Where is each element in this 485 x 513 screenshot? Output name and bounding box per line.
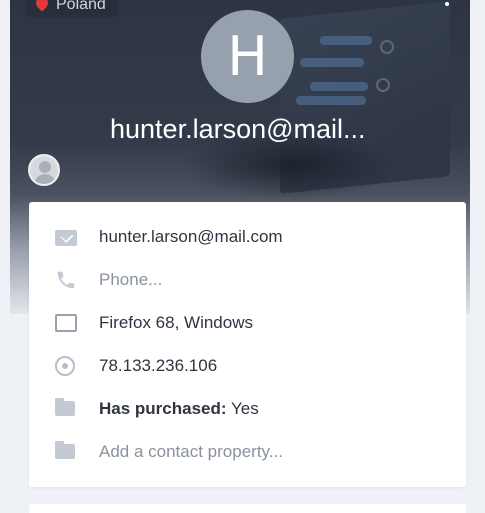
background-detail (300, 58, 364, 67)
phone-input[interactable]: Phone... (99, 270, 162, 290)
folder-icon (55, 398, 75, 416)
contact-name: hunter.larson@mail... (110, 114, 366, 144)
location-target-icon (55, 355, 75, 376)
purchased-row[interactable]: Has purchased: Yes (29, 387, 466, 430)
phone-row[interactable]: Phone... (29, 258, 466, 301)
ip-row: 78.133.236.106 (29, 344, 466, 387)
folder-icon (55, 441, 75, 459)
phone-icon (57, 271, 75, 288)
contact-avatar: H (201, 10, 294, 103)
user-silhouette-icon (39, 161, 51, 173)
email-value: hunter.larson@mail.com (99, 226, 283, 246)
location-country: Poland (56, 0, 106, 13)
purchased-label: Has purchased: (99, 398, 227, 418)
background-detail (380, 40, 394, 54)
background-detail (320, 36, 372, 45)
device-row: Firefox 68, Windows (29, 301, 466, 344)
device-value: Firefox 68, Windows (99, 312, 253, 332)
add-property-link[interactable]: Add a contact property... (99, 442, 283, 462)
assigned-agent-avatar[interactable] (28, 154, 60, 186)
avatar-initial: H (227, 25, 268, 88)
add-property-row[interactable]: Add a contact property... (29, 430, 466, 473)
email-row[interactable]: hunter.larson@mail.com (29, 215, 466, 258)
purchased-property: Has purchased: Yes (99, 399, 259, 419)
purchased-value: Yes (230, 398, 259, 418)
location-badge: Poland (26, 0, 118, 17)
next-card (29, 504, 466, 513)
map-pin-icon (36, 0, 48, 13)
background-detail (296, 96, 366, 105)
background-detail (310, 82, 368, 91)
more-options-icon[interactable] (445, 2, 449, 6)
ip-value: 78.133.236.106 (99, 355, 218, 375)
contact-details-card: hunter.larson@mail.com Phone... Firefox … (29, 202, 466, 487)
background-detail (376, 78, 390, 92)
tablet-icon (55, 313, 77, 332)
envelope-icon (55, 230, 77, 246)
